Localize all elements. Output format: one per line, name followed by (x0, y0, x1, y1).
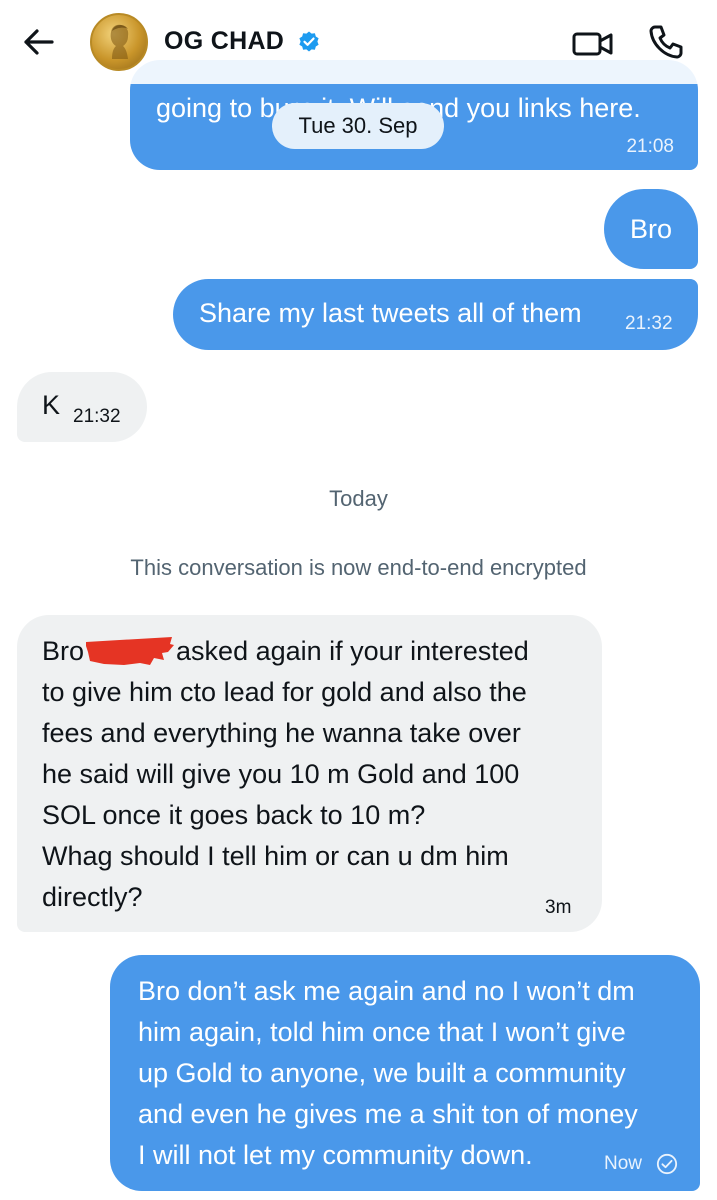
message-line: directly? (42, 882, 143, 912)
message-timestamp: 21:32 (625, 313, 673, 334)
redaction-scribble-icon (86, 637, 175, 665)
message-bubble-incoming[interactable]: K 21:32 (17, 372, 147, 442)
message-line: to give him cto lead for gold and also t… (42, 677, 527, 707)
verified-badge-icon (299, 31, 319, 52)
redacted-name (84, 636, 176, 666)
message-line: he said will give you 10 m Gold and 100 (42, 759, 520, 789)
message-line: Whag should I tell him or can u dm him (42, 841, 509, 871)
message-line: Bro asked again if your interested (42, 631, 529, 672)
message-line: and even he gives me a shit ton of money (138, 1099, 638, 1129)
message-timestamp: 21:32 (73, 406, 121, 427)
video-camera-icon[interactable] (571, 28, 615, 60)
date-separator: Tue 30. Sep (272, 103, 444, 149)
message-line-end: asked again if your interested (176, 636, 529, 666)
message-timestamp: 21:08 (626, 136, 674, 157)
avatar-portrait-icon (110, 24, 129, 59)
message-line-start: Bro (42, 636, 85, 666)
message-line: fees and everything he wanna take over (42, 718, 521, 748)
message-timestamp: Now (604, 1153, 643, 1174)
message-line: I will not let my community down. (138, 1140, 533, 1170)
message-line: him again, told him once that I won’t gi… (138, 1017, 626, 1047)
message-text: K (42, 390, 61, 420)
message-text: Bro don’t ask me again and no I won’t dm… (138, 971, 638, 1176)
message-text: Bro (629, 214, 673, 244)
message-text: Bro asked again if your interested to giv… (42, 631, 529, 918)
avatar[interactable] (90, 13, 148, 71)
message-line: SOL once it goes back to 10 m? (42, 800, 426, 830)
date-separator: Today (329, 486, 388, 511)
conversation-header: OG CHAD (0, 0, 717, 84)
message-text: Share my last tweets all of them (199, 298, 582, 328)
message-bubble-outgoing[interactable]: Bro don’t ask me again and no I won’t dm… (110, 955, 700, 1191)
contact-name[interactable]: OG CHAD (164, 27, 284, 56)
check-circle-icon (656, 1153, 678, 1175)
message-bubble-outgoing[interactable]: Share my last tweets all of them 21:32 (173, 279, 698, 350)
message-bubble-incoming[interactable]: Bro asked again if your interested to giv… (17, 615, 602, 932)
arrow-left-icon[interactable] (18, 22, 58, 62)
message-timestamp: 3m (545, 897, 572, 918)
phone-icon[interactable] (646, 22, 686, 62)
message-bubble-outgoing[interactable]: Bro (604, 189, 698, 269)
message-line: up Gold to anyone, we built a community (138, 1058, 626, 1088)
message-line: Bro don’t ask me again and no I won’t dm (138, 976, 635, 1006)
encryption-notice: This conversation is now end-to-end encr… (130, 555, 587, 580)
